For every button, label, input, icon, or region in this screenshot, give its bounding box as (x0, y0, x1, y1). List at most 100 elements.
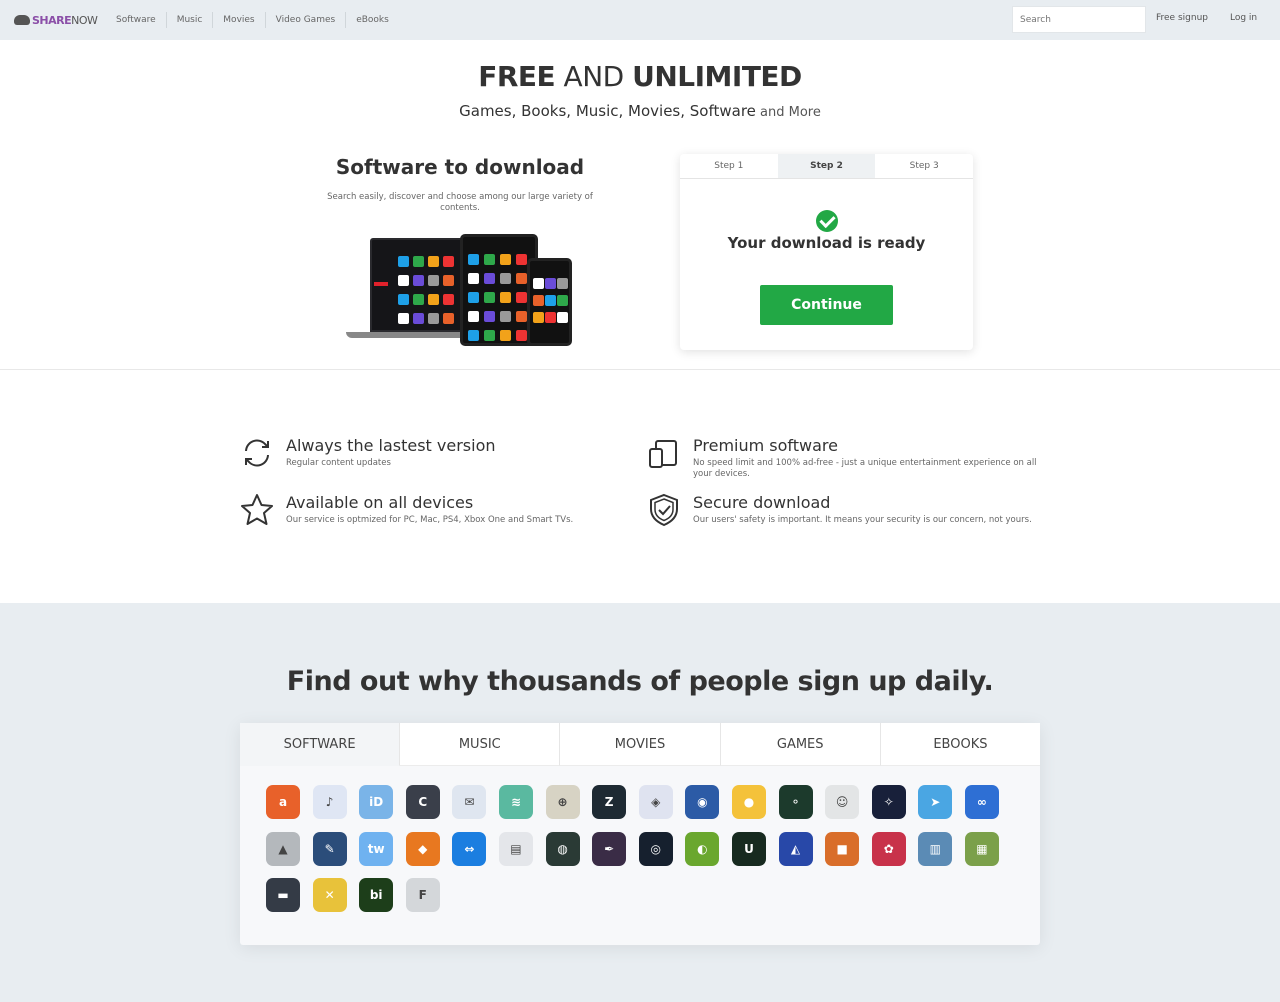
drop-app-icon[interactable]: ◭ (778, 831, 813, 866)
tab-step-1[interactable]: Step 1 (680, 154, 778, 178)
device-app-thumbnail (468, 273, 479, 284)
tab-movies[interactable]: MOVIES (560, 723, 721, 766)
nav-music[interactable]: Music (167, 12, 214, 28)
category-tabs: SOFTWARE MUSIC MOVIES GAMES EBOOKS (240, 723, 1041, 766)
davinci-icon[interactable]: ✿ (871, 831, 906, 866)
device-app-thumbnail (398, 313, 409, 324)
nav-video-games[interactable]: Video Games (266, 12, 347, 28)
twitter-app-icon[interactable]: tw (359, 831, 394, 866)
avast-icon[interactable]: a (266, 785, 300, 819)
telegram-icon[interactable]: ➤ (918, 785, 953, 819)
cow-app-icon[interactable]: ● (731, 785, 766, 819)
device-app-thumbnail (468, 254, 479, 265)
software-download-title: Software to download (335, 155, 585, 179)
devices-icon (649, 440, 677, 468)
device-app-thumbnail (443, 256, 454, 267)
box-app-icon[interactable]: ■ (825, 831, 860, 866)
pocket-icon[interactable]: ◉ (685, 785, 720, 819)
continue-button[interactable]: Continue (760, 285, 893, 325)
link-app-icon[interactable]: ∞ (964, 785, 999, 819)
device-app-thumbnail (533, 278, 544, 289)
tab-step-2[interactable]: Step 2 (777, 154, 876, 178)
feature-title: Available on all devices (286, 493, 474, 512)
compass-icon[interactable]: ⊕ (545, 785, 580, 819)
feature-description: No speed limit and 100% ad-free - just a… (693, 458, 1037, 479)
device-app-thumbnail (500, 273, 511, 284)
feature-title: Always the lastest version (286, 436, 496, 455)
feature-title: Secure download (693, 493, 831, 512)
f-app-icon[interactable]: F (405, 878, 440, 912)
category-panel: SOFTWARE MUSIC MOVIES GAMES EBOOKS a ♪ iD C… (240, 723, 1041, 945)
tab-software[interactable]: SOFTWARE (240, 723, 401, 766)
device-app-thumbnail (428, 294, 439, 305)
device-app-thumbnail (516, 273, 527, 284)
main-nav: Software Music Movies Video Games eBooks (106, 12, 399, 28)
device-app-thumbnail (545, 312, 556, 323)
device-app-thumbnail (443, 313, 454, 324)
quill-icon[interactable]: ✒ (592, 831, 627, 866)
server-app-icon[interactable]: ▦ (964, 831, 999, 866)
device-app-thumbnail (413, 294, 424, 305)
feature-description: Our users' safety is important. It means… (693, 515, 1032, 525)
zoner-icon[interactable]: Z (592, 785, 627, 819)
refresh-icon (245, 439, 269, 467)
tab-music[interactable]: MUSIC (400, 723, 561, 766)
idrive-icon[interactable]: iD (359, 785, 394, 819)
tab-step-3[interactable]: Step 3 (875, 154, 973, 178)
device-app-thumbnail (428, 313, 439, 324)
shield-check-icon (650, 493, 678, 527)
app-icon-grid: a ♪ iD C ✉ ≋ ⊕ Z ◈ ◉ ● ⚬ ☺ ✧ ➤ ∞ ▲ ✎ tw ◆ ⇔ ▤ ◍ ✒ ◎ ◐ U ◭ ■ ✿ ▥ ▦ ▬ ✕ bi F (266, 785, 1026, 925)
gimp-icon[interactable]: ⚬ (778, 785, 813, 819)
chart-app-icon[interactable]: ▲ (266, 831, 300, 866)
device-app-thumbnail (484, 254, 495, 265)
device-app-thumbnail (413, 275, 424, 286)
download-ready-text: Your download is ready (727, 234, 926, 252)
ring-app-icon[interactable]: ◎ (638, 831, 673, 866)
cloud-icon (14, 15, 30, 25)
device-app-thumbnail (398, 275, 409, 286)
map-app-icon[interactable]: ◍ (545, 831, 580, 866)
hero-subtitle: Games, Books, Music, Movies, Software an… (459, 102, 821, 120)
feather-pen-icon[interactable]: ✎ (312, 831, 347, 866)
star-icon (241, 494, 273, 525)
tab-ebooks[interactable]: EBOOKS (880, 723, 1041, 766)
device-app-thumbnail (516, 330, 527, 341)
nav-movies[interactable]: Movies (213, 12, 266, 28)
disc-app-icon[interactable]: ◐ (685, 831, 720, 866)
device-app-thumbnail (516, 311, 527, 322)
device-app-thumbnail (516, 254, 527, 265)
hero-title: FREE AND UNLIMITED (478, 60, 802, 93)
stack-icon[interactable]: ≋ (498, 785, 533, 819)
tab-games[interactable]: GAMES (720, 723, 881, 766)
device-app-thumbnail (443, 294, 454, 305)
bird-app-icon[interactable]: ✧ (871, 785, 906, 819)
download-steps-card: Step 1 Step 2 Step 3 Your download is re… (680, 154, 973, 350)
device-app-thumbnail (500, 311, 511, 322)
sharenow-logo[interactable]: SHARE NOW (14, 11, 98, 29)
bars-app-icon[interactable]: ▥ (918, 831, 953, 866)
device-app-thumbnail (557, 278, 568, 289)
terminal-app-icon[interactable]: bi (359, 878, 394, 912)
free-signup-link[interactable]: Free signup (1156, 13, 1208, 23)
nav-software[interactable]: Software (106, 12, 167, 28)
utorrent-icon[interactable]: U (731, 831, 766, 866)
nav-ebooks[interactable]: eBooks (346, 12, 399, 28)
ccleaner-icon[interactable]: C (405, 785, 440, 819)
device-app-thumbnail (398, 294, 409, 305)
audacity-icon[interactable]: ♪ (312, 785, 347, 819)
thunderbird-icon[interactable]: ✉ (452, 785, 487, 819)
shield-app-icon[interactable]: ◈ (638, 785, 673, 819)
login-link[interactable]: Log in (1230, 13, 1257, 23)
window-app-icon[interactable]: ▤ (498, 831, 533, 866)
devices-illustration (340, 230, 580, 350)
device-app-thumbnail (413, 313, 424, 324)
office-app-icon[interactable]: ◆ (405, 831, 440, 866)
device-app-thumbnail (500, 254, 511, 265)
software-download-description: Search easily, discover and choose among… (327, 192, 593, 213)
waze-icon[interactable]: ☺ (825, 785, 860, 819)
keyboard-app-icon[interactable]: ▬ (266, 878, 300, 912)
teamviewer-icon[interactable]: ⇔ (452, 831, 487, 866)
colors-app-icon[interactable]: ✕ (312, 878, 347, 912)
device-app-thumbnail (500, 330, 511, 341)
search-input[interactable] (1012, 6, 1146, 33)
